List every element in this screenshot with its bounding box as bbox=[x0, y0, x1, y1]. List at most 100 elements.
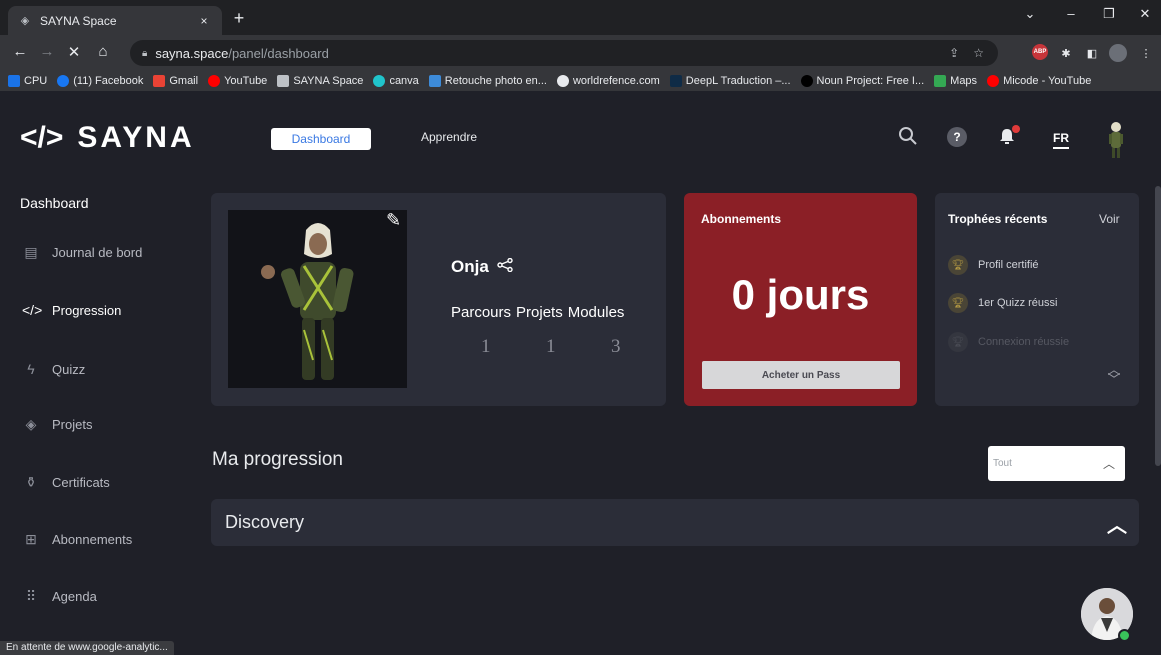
sidebar-item-label: Quizz bbox=[52, 361, 86, 377]
page-scrollbar[interactable] bbox=[1155, 186, 1161, 466]
home-icon[interactable]: ⌂ bbox=[93, 43, 113, 60]
sidebar-item-label: Agenda bbox=[52, 589, 97, 604]
bookmark-star-icon[interactable]: ☆ bbox=[973, 46, 984, 60]
profile-name: Onja bbox=[451, 257, 489, 276]
notification-badge bbox=[1012, 125, 1020, 133]
sayna-app: </> SAYNA Dashboard Apprendre ? FR Dashb… bbox=[0, 91, 1161, 655]
close-window-button[interactable]: ✕ bbox=[1130, 6, 1160, 22]
bookmark-item[interactable]: canva bbox=[373, 75, 419, 87]
search-icon[interactable] bbox=[896, 124, 920, 148]
side-panel-icon[interactable]: ◧ bbox=[1084, 44, 1100, 62]
browser-tabstrip: ◈ SAYNA Space × + ⌄ – ❐ ✕ bbox=[0, 0, 1161, 35]
profile-stat-labels: Parcours Projets Modules bbox=[451, 304, 624, 321]
sidebar-item-abonnements[interactable]: ⊞ Abonnements bbox=[22, 531, 132, 548]
stat-label-modules: Modules bbox=[567, 304, 625, 321]
profile-portrait bbox=[228, 210, 407, 388]
bookmark-favicon-icon bbox=[208, 75, 221, 87]
book-icon: ▤ bbox=[24, 244, 38, 260]
bookmark-item[interactable]: Noun Project: Free I... bbox=[800, 75, 925, 87]
back-icon[interactable]: ← bbox=[10, 43, 30, 60]
brand-logo[interactable]: </> SAYNA bbox=[20, 121, 195, 155]
target-icon: ◈ bbox=[25, 416, 37, 432]
browser-tab[interactable]: ◈ SAYNA Space × bbox=[8, 6, 222, 35]
adblock-plus-icon[interactable]: ABP bbox=[1032, 44, 1048, 60]
new-tab-button[interactable]: + bbox=[228, 8, 250, 29]
sidebar-item-quizz[interactable]: ϟ Quizz bbox=[22, 361, 85, 377]
trophy-item: 🏆︎ Profil certifié bbox=[948, 255, 1039, 275]
bookmark-label: canva bbox=[389, 75, 419, 87]
bookmark-label: Micode - YouTube bbox=[1003, 75, 1092, 87]
forward-icon[interactable]: → bbox=[37, 43, 57, 60]
sidebar-item-agenda[interactable]: ⠿ Agenda bbox=[22, 588, 97, 605]
discovery-section[interactable]: Discovery ︿ bbox=[211, 499, 1139, 546]
stop-icon[interactable]: ✕ bbox=[64, 43, 84, 61]
buy-pass-button[interactable]: Acheter un Pass bbox=[702, 361, 900, 389]
bookmark-favicon-icon bbox=[153, 75, 166, 87]
trophies-title: Trophées récents bbox=[948, 212, 1048, 226]
tab-close-icon[interactable]: × bbox=[196, 14, 212, 28]
lock-icon: 🔒︎ bbox=[142, 47, 148, 59]
bookmark-item[interactable]: YouTube bbox=[208, 75, 267, 87]
address-bar[interactable]: 🔒︎ sayna.space/panel/dashboard ⇪ ☆ bbox=[130, 40, 998, 66]
language-selector[interactable]: FR bbox=[1053, 131, 1069, 149]
browser-status-bar: En attente de www.google-analytic... bbox=[0, 641, 174, 655]
nav-dashboard-button[interactable]: Dashboard bbox=[271, 128, 371, 150]
edit-pencil-icon[interactable]: ✎ bbox=[386, 210, 401, 231]
sidebar-item-label: Certificats bbox=[52, 475, 110, 490]
sayna-favicon-icon: ◈ bbox=[20, 15, 30, 27]
grid-dots-icon: ⠿ bbox=[25, 588, 37, 604]
sayna-logo-icon: </> bbox=[20, 121, 64, 154]
nav-apprendre-link[interactable]: Apprendre bbox=[421, 130, 477, 144]
browser-profile-avatar[interactable] bbox=[1109, 44, 1127, 62]
bookmark-item[interactable]: worldrefence.com bbox=[556, 75, 660, 87]
bookmark-favicon-icon bbox=[800, 75, 813, 87]
sidebar-item-journal-de-bord[interactable]: ▤ Journal de bord bbox=[22, 244, 142, 261]
bookmark-label: worldrefence.com bbox=[572, 75, 660, 87]
bookmark-item[interactable]: Maps bbox=[934, 75, 977, 87]
discovery-title: Discovery bbox=[225, 512, 305, 532]
bookmark-label: Noun Project: Free I... bbox=[816, 75, 925, 87]
sidebar-item-label: Progression bbox=[52, 302, 122, 318]
sidebar-item-certificats[interactable]: ⚱ Certificats bbox=[22, 474, 110, 491]
chevron-up-icon[interactable]: ︿ bbox=[1107, 509, 1127, 538]
bookmark-favicon-icon bbox=[8, 75, 20, 87]
help-icon[interactable]: ? bbox=[947, 127, 967, 147]
sayna-logo-icon: </> bbox=[22, 302, 43, 318]
user-avatar[interactable] bbox=[1101, 119, 1131, 159]
sidebar-item-progression[interactable]: </> Progression bbox=[22, 302, 121, 318]
bookmark-favicon-icon bbox=[277, 75, 290, 87]
tab-search-icon[interactable]: ⌄ bbox=[1015, 6, 1045, 22]
bookmark-label: Gmail bbox=[169, 75, 199, 87]
share-icon[interactable] bbox=[497, 257, 513, 276]
bookmark-item[interactable]: Gmail bbox=[153, 75, 198, 87]
sidebar-item-label: Abonnements bbox=[52, 532, 133, 547]
browser-menu-icon[interactable]: ⋮ bbox=[1140, 44, 1152, 62]
minimize-button[interactable]: – bbox=[1056, 6, 1086, 21]
online-status-dot bbox=[1118, 629, 1131, 642]
progression-title: Ma progression bbox=[212, 449, 343, 470]
profile-card: ✎ Onja Parcours Projets Modules 1 1 3 bbox=[211, 193, 666, 406]
trophies-see-all-link[interactable]: Voir bbox=[1099, 212, 1120, 226]
bookmark-label: Maps bbox=[950, 75, 978, 87]
subscription-card: Abonnements 0 jours Acheter un Pass bbox=[684, 193, 917, 406]
trophy-label: Profil certifié bbox=[978, 259, 1039, 271]
bookmark-item[interactable]: Micode - YouTube bbox=[987, 75, 1091, 87]
bookmark-item[interactable]: (11) Facebook bbox=[57, 75, 143, 87]
bookmark-item[interactable]: DeepL Traduction –... bbox=[669, 75, 791, 87]
bookmark-item[interactable]: Retouche photo en... bbox=[428, 75, 547, 87]
trophies-card: Trophées récents Voir 🏆︎ Profil certifié… bbox=[935, 193, 1139, 406]
trophy-icon: 🏆︎ bbox=[948, 255, 968, 275]
extensions-puzzle-icon[interactable]: ✱ bbox=[1058, 44, 1074, 62]
share-page-icon[interactable]: ⇪ bbox=[949, 46, 959, 60]
progression-filter-select[interactable]: Tout ︿ bbox=[988, 446, 1125, 481]
trophies-scroll-chevrons-icon[interactable]: ︿ ﹀ bbox=[1107, 363, 1121, 386]
restore-button[interactable]: ❐ bbox=[1094, 6, 1124, 22]
bookmark-item[interactable]: CPU bbox=[8, 75, 47, 87]
bookmark-favicon-icon bbox=[669, 75, 682, 87]
trophy-item: 🏆︎ 1er Quizz réussi bbox=[948, 293, 1057, 313]
bookmark-item[interactable]: SAYNA Space bbox=[277, 75, 363, 87]
sidebar-item-label: Journal de bord bbox=[52, 245, 143, 260]
url-path: /panel/dashboard bbox=[228, 45, 329, 61]
sidebar-item-projets[interactable]: ◈ Projets bbox=[22, 416, 93, 433]
trophy-label: 1er Quizz réussi bbox=[978, 297, 1058, 309]
